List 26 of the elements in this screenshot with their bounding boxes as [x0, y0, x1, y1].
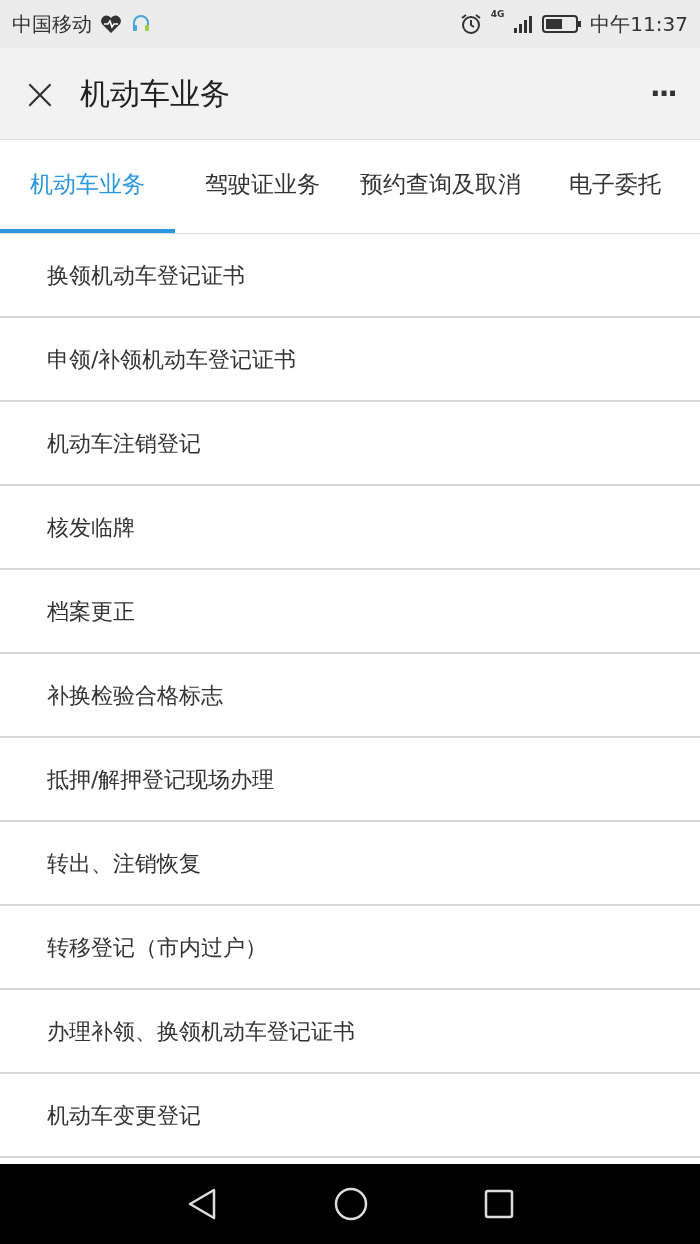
menu-item[interactable]: 补换检验合格标志 [0, 654, 700, 738]
close-button[interactable]: × [20, 71, 60, 116]
back-icon[interactable] [186, 1187, 218, 1221]
menu-item[interactable]: 转移登记（市内过户） [0, 906, 700, 990]
clock-time: 中午11:37 [590, 11, 688, 38]
page-title: 机动车业务 [80, 75, 231, 113]
menu-item[interactable]: 机动车注销登记 [0, 402, 700, 486]
recents-icon[interactable] [484, 1189, 514, 1219]
menu-item[interactable]: 转出、注销恢复 [0, 822, 700, 906]
network-label: 4G [490, 8, 505, 21]
menu-item[interactable]: 换领机动车登记证书 [0, 234, 700, 318]
tab[interactable]: 驾驶证业务 [175, 140, 350, 233]
battery-icon [542, 14, 583, 34]
menu-item[interactable]: 档案更正 [0, 570, 700, 654]
menu-item[interactable]: 申领/补领机动车登记证书 [0, 318, 700, 402]
more-button[interactable]: ··· [650, 72, 676, 115]
menu-item[interactable]: 办理补领、换领机动车登记证书 [0, 990, 700, 1074]
menu-item[interactable]: 核发临牌 [0, 486, 700, 570]
home-icon[interactable] [334, 1187, 368, 1221]
tab[interactable]: 电子委托 [530, 140, 700, 233]
tab[interactable]: 预约查询及取消 [350, 140, 530, 233]
carrier-name: 中国移动 [12, 11, 92, 38]
menu-item[interactable]: 抵押/解押登记现场办理 [0, 738, 700, 822]
heart-icon [100, 14, 122, 34]
signal-icon [512, 14, 535, 34]
menu-item[interactable]: 机动车变更登记 [0, 1074, 700, 1158]
